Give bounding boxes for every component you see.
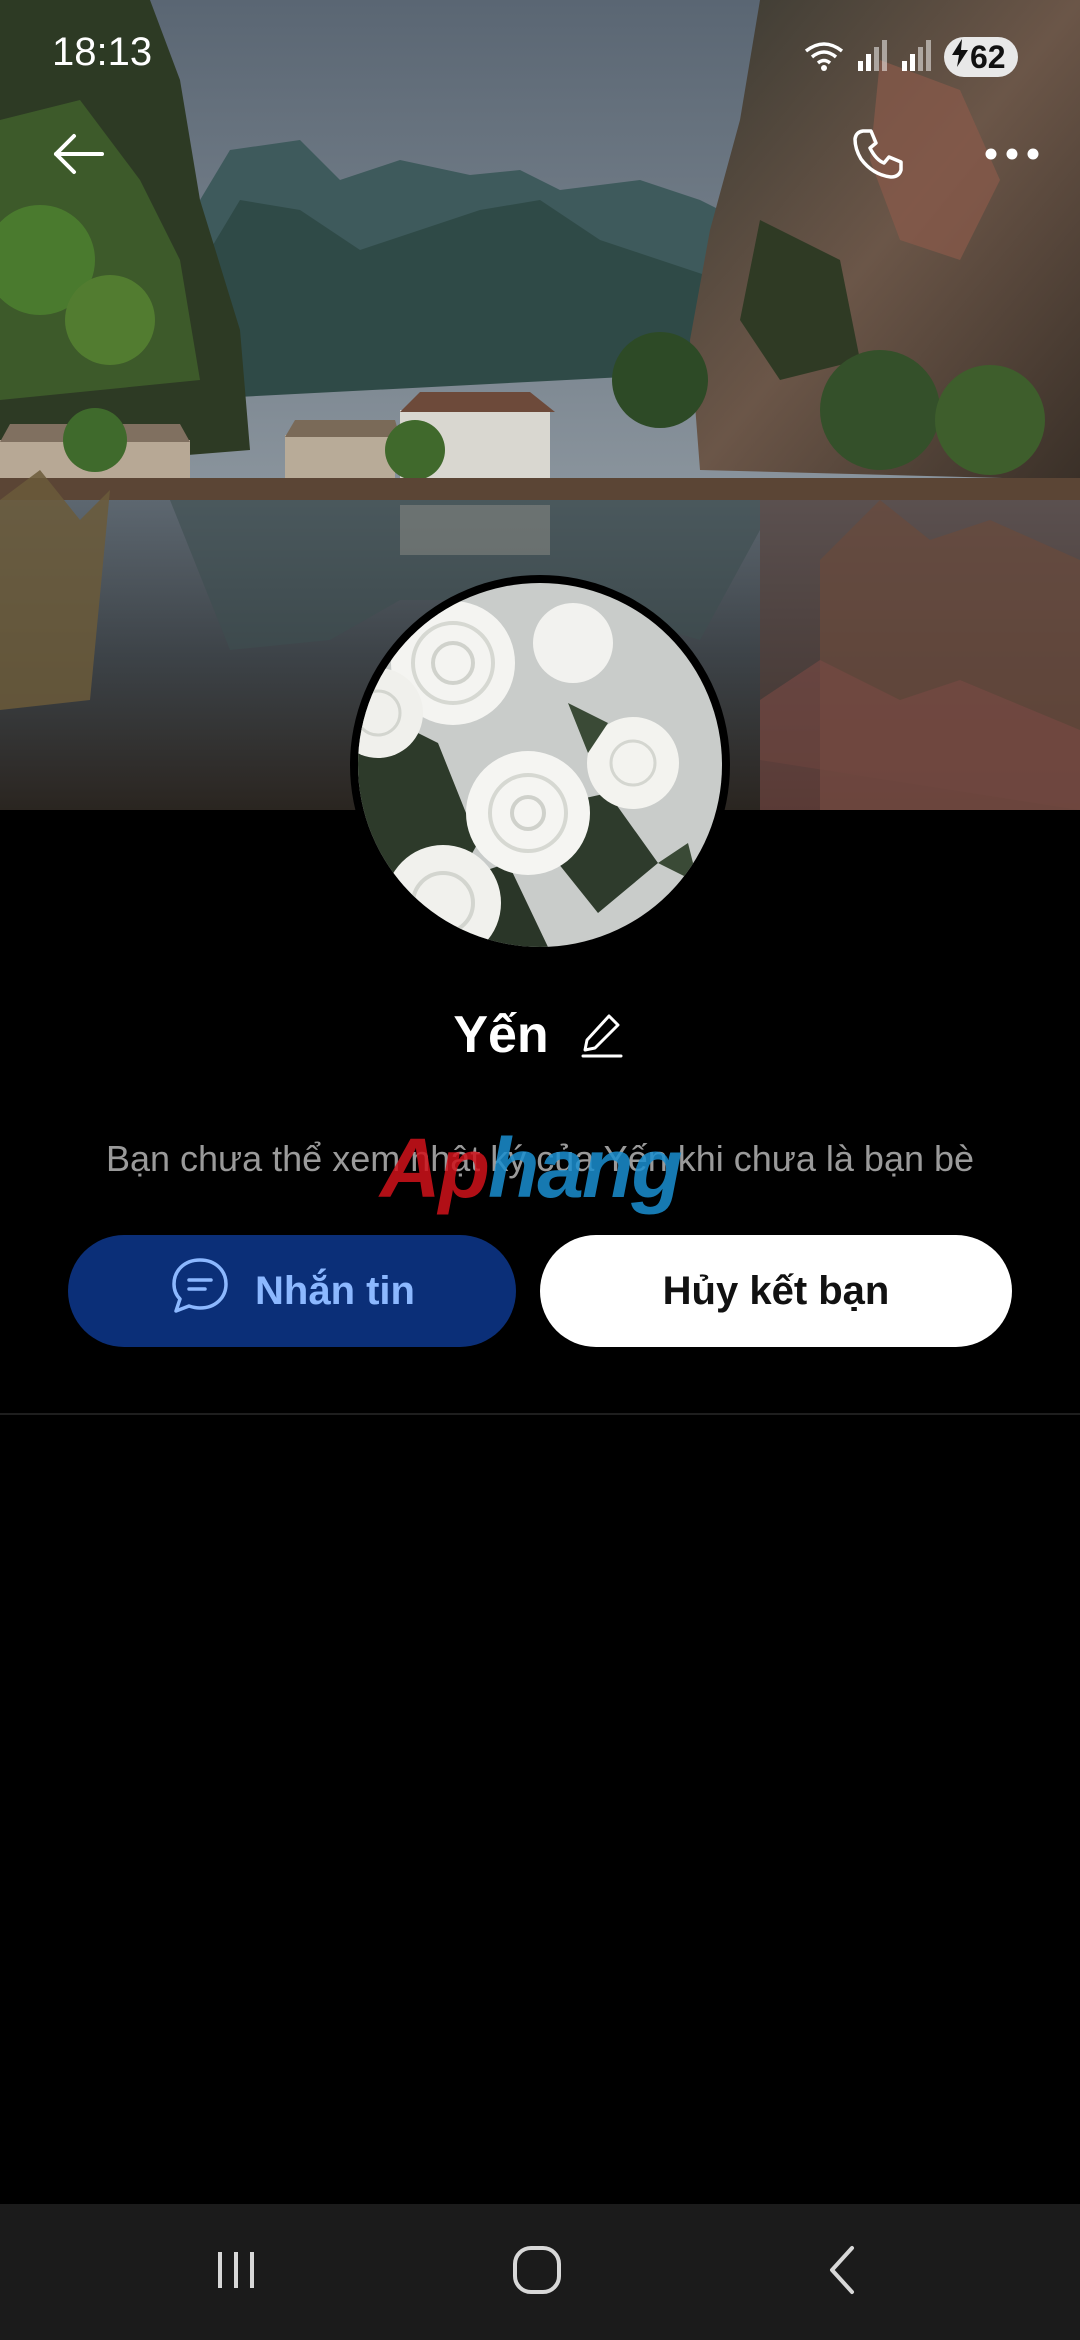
system-navigation-bar: [0, 2204, 1080, 2340]
more-icon: [984, 147, 1040, 166]
wifi-icon: [802, 37, 846, 78]
phone-icon: [849, 125, 907, 188]
recent-apps-icon: [212, 2246, 260, 2299]
home-icon: [511, 2244, 563, 2301]
name-row: Yến: [0, 1000, 1080, 1070]
message-button-label: Nhắn tin: [255, 1268, 415, 1313]
more-button[interactable]: [972, 116, 1052, 196]
charging-icon: [950, 38, 970, 76]
home-button[interactable]: [487, 2222, 587, 2322]
edit-name-button[interactable]: [577, 1012, 627, 1062]
profile-avatar[interactable]: [350, 575, 730, 955]
call-button[interactable]: [838, 116, 918, 196]
unfriend-button-label: Hủy kết bạn: [662, 1268, 890, 1313]
battery-indicator: 62: [944, 37, 1018, 77]
signal-icon: [900, 37, 934, 78]
profile-name: Yến: [453, 1006, 549, 1064]
recent-apps-button[interactable]: [186, 2222, 286, 2322]
pencil-icon: [581, 1012, 623, 1063]
system-back-button[interactable]: [792, 2222, 892, 2322]
section-divider: [0, 1413, 1080, 1415]
profile-screen: 18:13 62 Yến Bạn chưa thể xem nhật ký củ…: [0, 0, 1080, 2340]
diary-restriction-text: Bạn chưa thể xem nhật ký của Yến khi chư…: [105, 1138, 975, 1179]
back-button[interactable]: [38, 116, 118, 196]
battery-level: 62: [970, 38, 1006, 75]
status-icons: 62: [802, 36, 1018, 78]
signal-icon: [856, 37, 890, 78]
unfriend-button[interactable]: Hủy kết bạn: [540, 1235, 1012, 1347]
back-icon: [822, 2244, 862, 2301]
status-bar: 18:13 62: [0, 0, 1080, 110]
status-time: 18:13: [52, 30, 153, 74]
message-button[interactable]: Nhắn tin: [68, 1235, 516, 1347]
back-arrow-icon: [52, 132, 104, 181]
chat-bubble-icon: [169, 1255, 231, 1327]
